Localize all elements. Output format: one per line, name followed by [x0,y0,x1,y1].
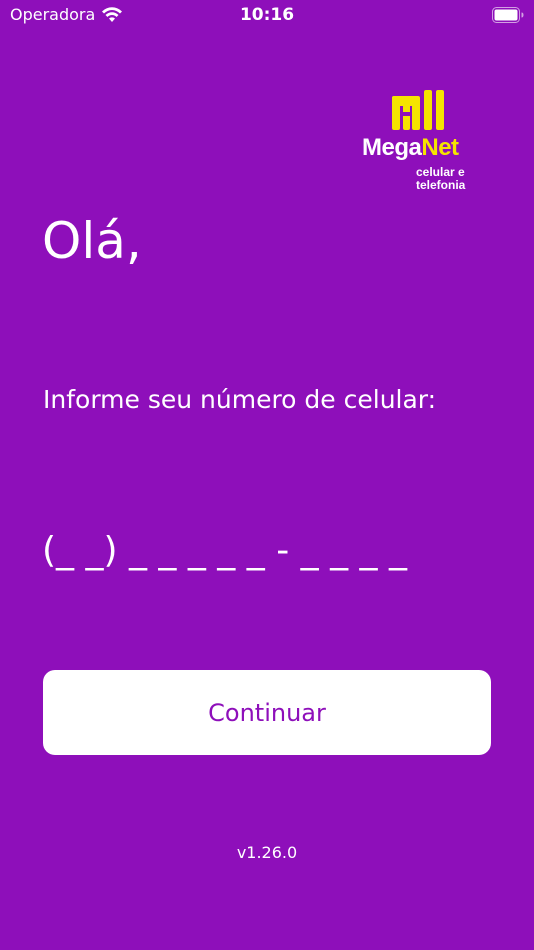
status-time: 10:16 [239,5,295,25]
continue-button[interactable]: Continuar [43,670,491,755]
signal-bars-icon [392,90,444,130]
logo-wordmark: MegaNet [362,134,459,162]
phone-prompt-label: Informe seu número de celular: [43,385,437,414]
logo-net-text: Net [421,134,459,161]
greeting-title: Olá, [42,212,142,270]
status-bar: Operadora 10:16 [0,0,534,32]
login-screen: Operadora 10:16 MegaNet celular e telefo… [0,0,534,950]
logo-tagline-line2: telefonia [416,178,466,192]
meganet-logo: MegaNet celular e telefonia [360,90,480,196]
phone-number-input[interactable] [42,525,492,575]
logo-tagline: celular e telefonia [416,166,486,192]
battery-icon [492,7,524,23]
app-version: v1.26.0 [236,843,298,862]
logo-mega-text: Mega [362,134,422,161]
